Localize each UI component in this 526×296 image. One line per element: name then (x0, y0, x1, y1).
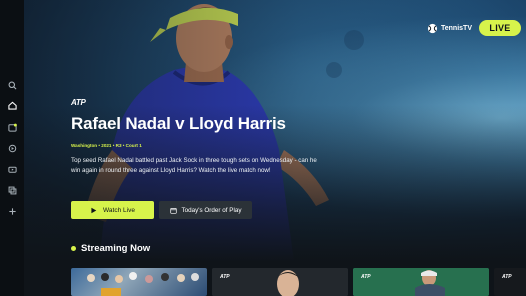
watch-live-button[interactable]: Watch Live (71, 201, 154, 219)
search-icon[interactable] (6, 79, 18, 91)
plus-icon[interactable] (6, 205, 18, 217)
watch-live-label: Watch Live (103, 206, 135, 214)
streaming-now-label: Streaming Now (81, 242, 151, 254)
replay-icon[interactable] (6, 142, 18, 154)
order-of-play-button[interactable]: Today's Order of Play (159, 201, 252, 219)
live-tv-icon[interactable] (6, 163, 18, 175)
crowd-thumbnail (87, 272, 199, 296)
live-button[interactable]: LIVE (479, 20, 521, 36)
stream-card-badge: ATP (220, 274, 230, 280)
calendar-icon (169, 207, 177, 214)
stream-card-badge: ATP (361, 274, 371, 280)
home-icon[interactable] (6, 99, 18, 111)
brand-label: TennisTV (441, 24, 472, 32)
streaming-now-heading: Streaming Now (71, 242, 150, 254)
stream-card[interactable]: ATP (212, 268, 348, 296)
player-thumbnail (212, 268, 348, 296)
nav-rail (0, 0, 24, 296)
tennis-ball-icon (427, 23, 438, 33)
stream-card[interactable]: ATP (494, 268, 526, 296)
stream-card-badge: ATP (502, 274, 512, 280)
calendar-icon[interactable] (6, 121, 18, 133)
stream-card[interactable] (71, 268, 207, 296)
play-icon (91, 207, 97, 213)
stream-card[interactable]: ATP (353, 268, 489, 296)
library-icon[interactable] (6, 184, 18, 196)
match-meta: Washington • 2021 • R3 • Court 1 (71, 143, 142, 148)
atp-logo: ATP (71, 98, 86, 107)
order-of-play-label: Today's Order of Play (181, 206, 242, 214)
player-thumbnail (353, 268, 489, 296)
live-dot-icon (71, 245, 76, 251)
tennistv-logo: TennisTV (427, 22, 472, 34)
match-description: Top seed Rafael Nadal battled past Jack … (71, 157, 317, 174)
match-title: Rafael Nadal v Lloyd Harris (71, 114, 286, 133)
